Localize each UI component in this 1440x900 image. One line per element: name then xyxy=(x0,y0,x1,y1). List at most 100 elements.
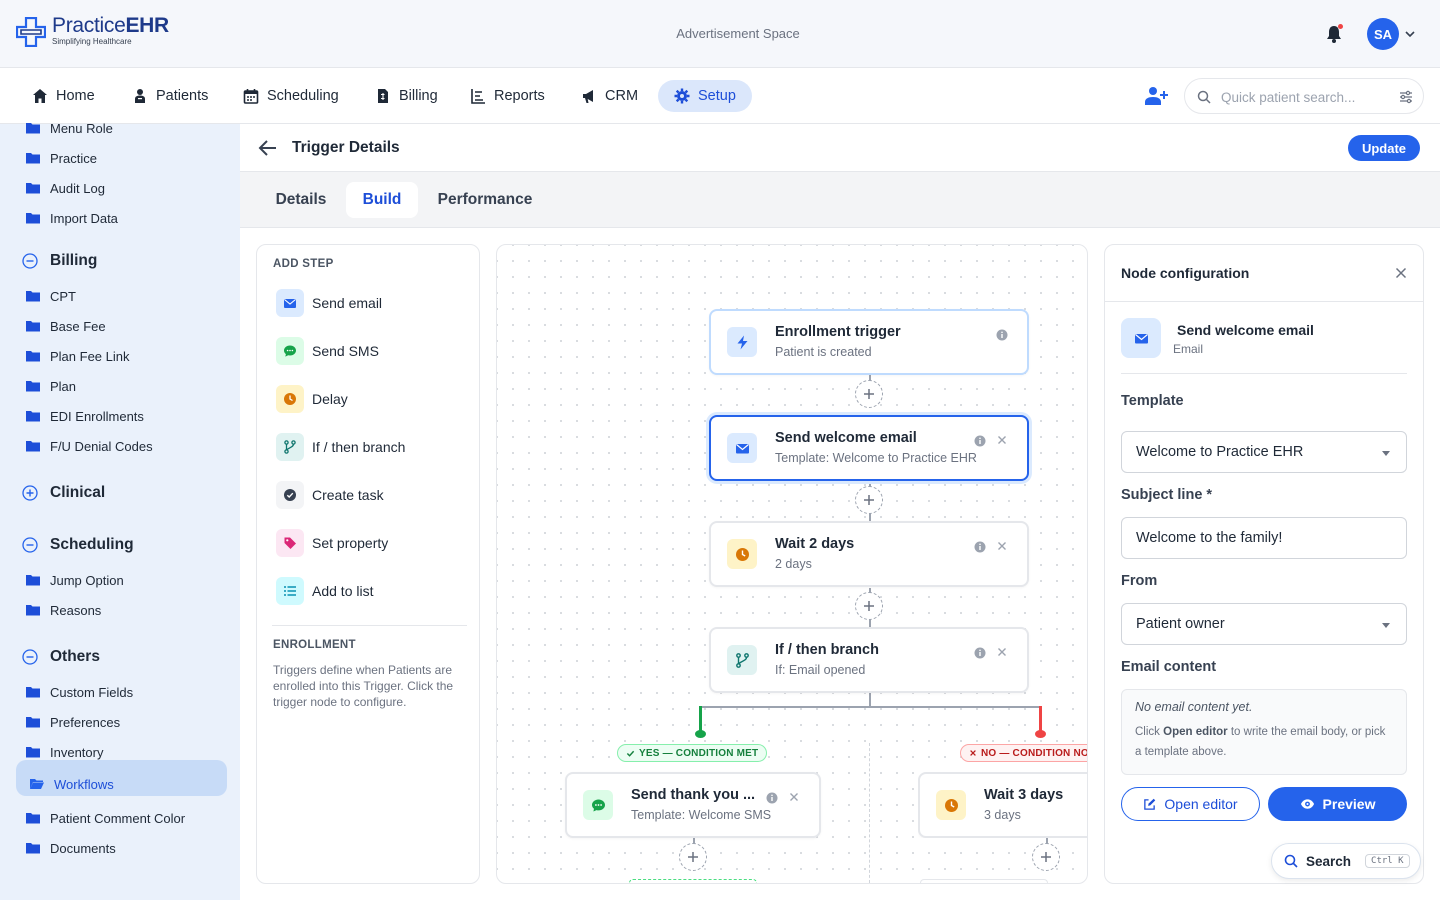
user-avatar[interactable]: SA xyxy=(1367,18,1399,50)
nav-setup[interactable]: Setup xyxy=(658,80,752,112)
from-select[interactable]: Patient owner xyxy=(1121,603,1407,645)
collapse-circle-icon xyxy=(22,537,38,553)
edit-icon xyxy=(1144,798,1156,810)
sidebar-item-label: Import Data xyxy=(50,210,118,226)
node-if-then-branch[interactable]: If / then branch If: Email opened xyxy=(709,627,1029,693)
nav-billing[interactable]: Billing xyxy=(361,80,452,112)
add-patient-icon[interactable] xyxy=(1144,86,1168,106)
update-button[interactable]: Update xyxy=(1348,135,1420,161)
add-step-button[interactable] xyxy=(855,592,883,620)
sidebar-item-f-u-denial-codes[interactable]: F/U Denial Codes xyxy=(26,436,153,456)
step-delay[interactable]: Delay xyxy=(276,384,348,414)
close-icon[interactable] xyxy=(995,433,1009,447)
tab-build[interactable]: Build xyxy=(346,182,418,218)
tab-performance[interactable]: Performance xyxy=(426,182,544,218)
step-label: Send SMS xyxy=(312,343,379,359)
info-icon[interactable] xyxy=(974,435,986,447)
step-if-then-branch[interactable]: If / then branch xyxy=(276,432,405,462)
x-icon xyxy=(970,750,976,756)
node-title: Send welcome email xyxy=(775,430,917,446)
floating-search-button[interactable]: Search Ctrl K xyxy=(1271,843,1421,879)
empty-description: Click Open editor to write the email bod… xyxy=(1135,726,1386,758)
template-select[interactable]: Welcome to Practice EHR xyxy=(1121,431,1407,473)
step-send-email[interactable]: Send email xyxy=(276,288,382,318)
sidebar-item-plan[interactable]: Plan xyxy=(26,376,76,396)
folder-icon xyxy=(26,812,40,824)
close-icon[interactable] xyxy=(787,790,801,804)
branch-icon xyxy=(727,645,757,675)
drop-zone[interactable] xyxy=(629,879,757,883)
sidebar-item-label: Workflows xyxy=(54,776,114,792)
sidebar-item-reasons[interactable]: Reasons xyxy=(26,600,101,620)
sidebar-item-preferences[interactable]: Preferences xyxy=(26,712,120,732)
add-step-button[interactable] xyxy=(679,843,707,871)
step-label: Send email xyxy=(312,295,383,311)
search-input[interactable] xyxy=(1221,87,1391,107)
sidebar-item-patient-comment-color[interactable]: Patient Comment Color xyxy=(26,808,185,828)
node-send-thank-you[interactable]: Send thank you ... Template: Welcome SMS xyxy=(565,772,821,838)
sidebar-item-jump-option[interactable]: Jump Option xyxy=(26,570,124,590)
check-circle-icon xyxy=(276,481,304,509)
sidebar-item-label: Jump Option xyxy=(50,572,124,588)
preview-button[interactable]: Preview xyxy=(1268,787,1407,821)
close-icon[interactable] xyxy=(1395,267,1407,279)
add-step-button[interactable] xyxy=(855,486,883,514)
sidebar-item-menu-role[interactable]: Menu Role xyxy=(26,118,113,138)
clock-icon xyxy=(727,539,757,569)
panel-divider xyxy=(272,625,467,626)
chat-bubble-icon xyxy=(583,790,613,820)
add-step-button[interactable] xyxy=(1032,843,1060,871)
yes-connector-dot xyxy=(695,730,706,738)
info-icon[interactable] xyxy=(974,647,986,659)
eye-icon xyxy=(1300,799,1314,809)
step-set-property[interactable]: Set property xyxy=(276,528,388,558)
sidebar-group-scheduling[interactable]: Scheduling xyxy=(22,536,134,554)
info-icon[interactable] xyxy=(974,541,986,553)
node-enrollment-trigger[interactable]: Enrollment trigger Patient is created xyxy=(709,309,1029,375)
subject-input[interactable]: Welcome to the family! xyxy=(1121,517,1407,559)
node-title: Enrollment trigger xyxy=(775,324,901,340)
open-editor-button[interactable]: Open editor xyxy=(1121,787,1260,821)
nav-scheduling[interactable]: Scheduling xyxy=(229,80,353,112)
sidebar-item-import-data[interactable]: Import Data xyxy=(26,208,118,228)
sidebar-item-workflows[interactable]: Workflows xyxy=(30,774,114,794)
filter-icon[interactable] xyxy=(1399,90,1413,104)
sidebar-item-cpt[interactable]: CPT xyxy=(26,286,76,306)
nav-home[interactable]: Home xyxy=(18,80,109,112)
sidebar-item-documents[interactable]: Documents xyxy=(26,838,116,858)
node-wait-3-days[interactable]: Wait 3 days 3 days xyxy=(918,772,1087,838)
step-add-to-list[interactable]: Add to list xyxy=(276,576,373,606)
sidebar-group-clinical[interactable]: Clinical xyxy=(22,484,105,502)
node-title: If / then branch xyxy=(775,642,879,658)
folder-icon xyxy=(26,842,40,854)
sidebar-item-plan-fee-link[interactable]: Plan Fee Link xyxy=(26,346,130,366)
calendar-icon xyxy=(243,89,259,104)
nav-reports[interactable]: Reports xyxy=(456,80,559,112)
node-wait-2-days[interactable]: Wait 2 days 2 days xyxy=(709,521,1029,587)
tab-details[interactable]: Details xyxy=(262,182,340,218)
folder-icon xyxy=(26,212,40,224)
step-create-task[interactable]: Create task xyxy=(276,480,384,510)
sidebar-item-custom-fields[interactable]: Custom Fields xyxy=(26,682,133,702)
step-send-sms[interactable]: Send SMS xyxy=(276,336,379,366)
node-title: Wait 2 days xyxy=(775,536,855,552)
sidebar-item-base-fee[interactable]: Base Fee xyxy=(26,316,106,336)
step-label: Set property xyxy=(312,535,389,551)
sidebar-item-edi-enrollments[interactable]: EDI Enrollments xyxy=(26,406,144,426)
info-icon[interactable] xyxy=(996,329,1008,341)
chevron-down-icon[interactable] xyxy=(1404,28,1416,40)
nav-crm[interactable]: CRM xyxy=(567,80,652,112)
nav-patients[interactable]: Patients xyxy=(118,80,222,112)
back-arrow-icon[interactable] xyxy=(258,139,278,157)
info-icon[interactable] xyxy=(766,792,778,804)
add-step-button[interactable] xyxy=(855,380,883,408)
close-icon[interactable] xyxy=(995,645,1009,659)
sidebar-item-practice[interactable]: Practice xyxy=(26,148,97,168)
close-icon[interactable] xyxy=(995,539,1009,553)
node-send-welcome-email[interactable]: Send welcome email Template: Welcome to … xyxy=(709,415,1029,481)
sidebar-item-inventory[interactable]: Inventory xyxy=(26,742,103,762)
sidebar-item-audit-log[interactable]: Audit Log xyxy=(26,178,105,198)
quick-patient-search[interactable] xyxy=(1184,78,1424,114)
sidebar-group-billing[interactable]: Billing xyxy=(22,252,97,270)
sidebar-group-others[interactable]: Others xyxy=(22,648,100,666)
